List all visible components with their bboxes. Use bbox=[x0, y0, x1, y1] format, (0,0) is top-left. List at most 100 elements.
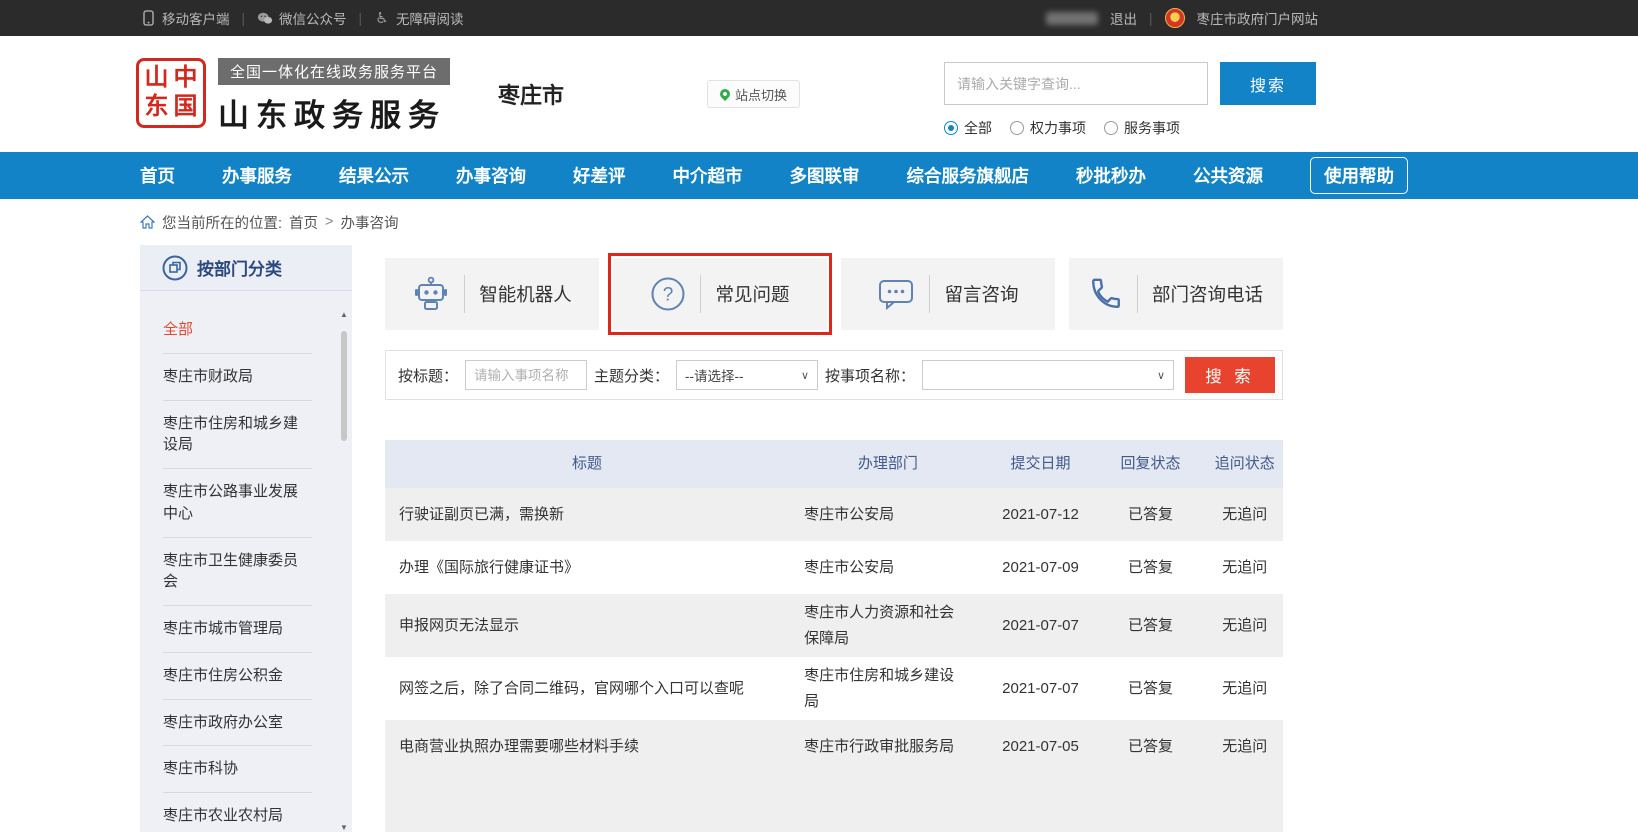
department-item[interactable]: 枣庄市公路事业发展中心 bbox=[163, 469, 312, 538]
wechat-link[interactable]: 微信公众号 bbox=[257, 8, 347, 28]
header-search-button[interactable]: 搜索 bbox=[1220, 62, 1316, 105]
keyword-search-input[interactable] bbox=[944, 62, 1208, 105]
scrollbar-thumb[interactable] bbox=[341, 331, 347, 441]
department-item[interactable]: 枣庄市科协 bbox=[163, 746, 312, 793]
row-reply-status: 已答复 bbox=[1094, 613, 1206, 639]
accessibility-link[interactable]: ♿ 无障碍阅读 bbox=[374, 8, 464, 28]
table-row[interactable]: 申报网页无法显示 枣庄市人力资源和社会保障局 2021-07-07 已答复 无追… bbox=[385, 594, 1283, 657]
table-row[interactable]: 网签之后，除了合同二维码，官网哪个入口可以查呢 枣庄市住房和城乡建设局 2021… bbox=[385, 657, 1283, 720]
department-item[interactable]: 枣庄市农业农村局 bbox=[163, 793, 312, 832]
row-reply-status: 已答复 bbox=[1094, 502, 1206, 528]
tab-message-consult[interactable]: 留言咨询 bbox=[841, 258, 1055, 330]
scroll-up-icon[interactable]: ▲ bbox=[340, 311, 348, 319]
nav-item[interactable]: 办事服务 bbox=[222, 163, 292, 188]
topic-select[interactable]: --请选择-- ∨ bbox=[676, 360, 818, 390]
row-date: 2021-07-09 bbox=[987, 555, 1095, 581]
shandong-seal-icon: 山中 东国 bbox=[136, 58, 206, 128]
department-item[interactable]: 枣庄市住房和城乡建设局 bbox=[163, 401, 312, 470]
question-circle-icon: ? bbox=[650, 276, 686, 312]
radio-icon bbox=[1010, 121, 1024, 135]
nav-item[interactable]: 首页 bbox=[140, 163, 175, 188]
content: 按部门分类 全部 枣庄市财政局 枣庄市住房和城乡建设局 枣庄市公路事业发展中心 … bbox=[140, 245, 1318, 832]
scope-radio-option[interactable]: 服务事项 bbox=[1104, 118, 1180, 138]
divider bbox=[929, 275, 930, 313]
row-title-link[interactable]: 办理《国际旅行健康证书》 bbox=[385, 555, 789, 581]
search-scope-radios: 全部 权力事项 服务事项 bbox=[944, 118, 1180, 138]
breadcrumb-home[interactable]: 首页 bbox=[289, 212, 318, 233]
column-title: 标题 bbox=[385, 451, 789, 477]
nav-item[interactable]: 多图联审 bbox=[790, 163, 860, 188]
row-department: 枣庄市人力资源和社会保障局 bbox=[789, 600, 987, 651]
department-item[interactable]: 枣庄市城市管理局 bbox=[163, 606, 312, 653]
radio-label: 全部 bbox=[964, 118, 992, 138]
department-item[interactable]: 枣庄市财政局 bbox=[163, 354, 312, 401]
table-row[interactable]: 办理《国际旅行健康证书》 枣庄市公安局 2021-07-09 已答复 无追问 bbox=[385, 541, 1283, 594]
column-reply-status: 回复状态 bbox=[1094, 451, 1206, 477]
nav-item[interactable]: 秒批秒办 bbox=[1076, 163, 1146, 188]
scroll-down-icon[interactable]: ▼ bbox=[340, 824, 348, 832]
tab-smart-robot[interactable]: 智能机器人 bbox=[385, 258, 599, 330]
sidebar-header: 按部门分类 bbox=[140, 245, 352, 291]
city-name: 枣庄市 bbox=[498, 78, 564, 110]
nav-item[interactable]: 使用帮助 bbox=[1310, 157, 1408, 194]
site-switch-label: 站点切换 bbox=[735, 85, 787, 104]
scope-radio-option[interactable]: 权力事项 bbox=[1010, 118, 1086, 138]
nav-item[interactable]: 公共资源 bbox=[1193, 163, 1263, 188]
mobile-app-link[interactable]: 移动客户端 bbox=[140, 8, 230, 28]
table-row[interactable]: 电商营业执照办理需要哪些材料手续 枣庄市行政审批服务局 2021-07-05 已… bbox=[385, 720, 1283, 773]
table-row[interactable]: 行驶证副页已满，需换新 枣庄市公安局 2021-07-12 已答复 无追问 bbox=[385, 488, 1283, 541]
filter-search-button[interactable]: 搜 索 bbox=[1185, 357, 1275, 393]
row-title-link[interactable]: 网签之后，除了合同二维码，官网哪个入口可以查呢 bbox=[385, 676, 789, 702]
item-filter-label: 按事项名称： bbox=[825, 365, 915, 386]
nav-item[interactable]: 办事咨询 bbox=[456, 163, 526, 188]
tab-department-phone[interactable]: 部门咨询电话 bbox=[1069, 258, 1283, 330]
row-date: 2021-07-07 bbox=[987, 676, 1095, 702]
nav-item[interactable]: 结果公示 bbox=[339, 163, 409, 188]
breadcrumb-current: 办事咨询 bbox=[341, 212, 399, 233]
main-navbar: 首页 办事服务 结果公示 办事咨询 好差评 中介超市 多图联审 综合服务旗舰店 … bbox=[0, 152, 1638, 199]
row-department: 枣庄市公安局 bbox=[789, 502, 987, 528]
item-select[interactable]: ∨ bbox=[922, 360, 1174, 390]
chevron-down-icon: ∨ bbox=[801, 369, 809, 382]
mobile-app-label: 移动客户端 bbox=[162, 8, 230, 28]
nav-item[interactable]: 中介超市 bbox=[673, 163, 743, 188]
scrollbar-track[interactable] bbox=[340, 321, 348, 822]
department-item[interactable]: 枣庄市住房公积金 bbox=[163, 653, 312, 700]
row-title-link[interactable]: 申报网页无法显示 bbox=[385, 613, 789, 639]
site-logo[interactable]: 山中 东国 全国一体化在线政务服务平台 山东政务服务 bbox=[136, 58, 450, 135]
site-switch-button[interactable]: 站点切换 bbox=[707, 80, 800, 108]
consult-tabs: 智能机器人 ? 常见问题 留言咨询 bbox=[385, 258, 1283, 330]
portal-link[interactable]: 枣庄市政府门户网站 bbox=[1197, 8, 1319, 28]
mobile-phone-icon bbox=[140, 10, 156, 26]
tab-faq[interactable]: ? 常见问题 bbox=[613, 258, 827, 330]
department-sidebar: 按部门分类 全部 枣庄市财政局 枣庄市住房和城乡建设局 枣庄市公路事业发展中心 … bbox=[140, 245, 352, 832]
title-filter-label: 按标题： bbox=[398, 365, 458, 386]
divider bbox=[1137, 275, 1138, 313]
logout-link[interactable]: 退出 bbox=[1110, 8, 1137, 28]
title-filter-input[interactable] bbox=[465, 360, 587, 390]
page: 移动客户端 | 微信公众号 | ♿ 无障碍阅读 退出 | bbox=[0, 0, 1638, 832]
filter-bar: 按标题： 主题分类： --请选择-- ∨ 按事项名称： ∨ 搜 索 bbox=[385, 350, 1283, 400]
row-date: 2021-07-12 bbox=[987, 502, 1095, 528]
accessibility-icon: ♿ bbox=[374, 10, 390, 26]
department-list: 全部 枣庄市财政局 枣庄市住房和城乡建设局 枣庄市公路事业发展中心 枣庄市卫生健… bbox=[140, 291, 352, 832]
nav-item[interactable]: 好差评 bbox=[573, 163, 626, 188]
nav-item[interactable]: 综合服务旗舰店 bbox=[907, 163, 1030, 188]
radio-icon bbox=[1104, 121, 1118, 135]
department-item[interactable]: 全部 bbox=[163, 307, 312, 354]
department-item[interactable]: 枣庄市卫生健康委员会 bbox=[163, 538, 312, 607]
breadcrumb: 您当前所在的位置: 首页 > 办事咨询 bbox=[0, 199, 1638, 245]
wechat-label: 微信公众号 bbox=[279, 8, 347, 28]
row-title-link[interactable]: 行驶证副页已满，需换新 bbox=[385, 502, 789, 528]
table-row-partial bbox=[385, 773, 1283, 832]
department-item[interactable]: 枣庄市政府办公室 bbox=[163, 700, 312, 747]
sidebar-title: 按部门分类 bbox=[197, 255, 282, 280]
scope-radio-option[interactable]: 全部 bbox=[944, 118, 992, 138]
header: 山中 东国 全国一体化在线政务服务平台 山东政务服务 枣庄市 站点切换 搜索 bbox=[0, 36, 1638, 152]
row-title-link[interactable]: 电商营业执照办理需要哪些材料手续 bbox=[385, 734, 789, 760]
sidebar-scrollbar[interactable]: ▲ ▼ bbox=[338, 311, 350, 832]
radio-label: 权力事项 bbox=[1030, 118, 1086, 138]
table-header: 标题 办理部门 提交日期 回复状态 追问状态 bbox=[385, 440, 1283, 488]
wechat-icon bbox=[257, 10, 273, 26]
divider bbox=[700, 275, 701, 313]
